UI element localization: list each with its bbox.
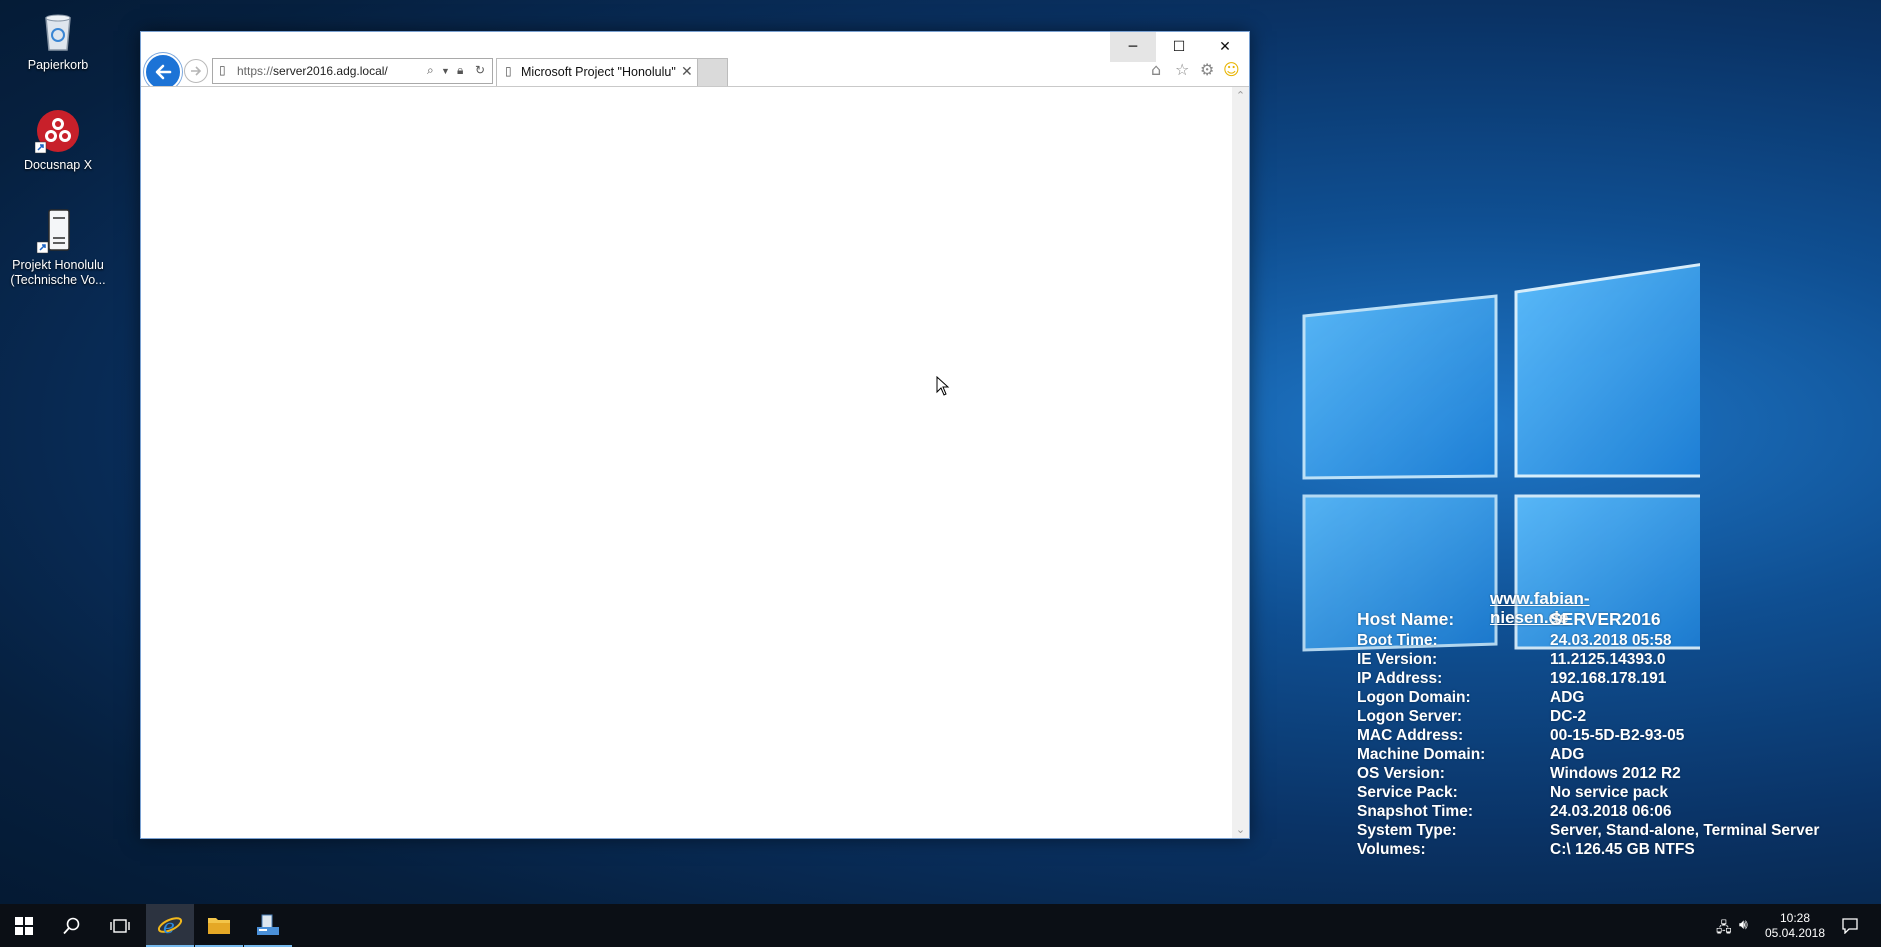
search-icon[interactable]: ⌕ (427, 63, 434, 78)
desktop-icon-projekt-honolulu[interactable]: Projekt Honolulu (Technische Vo... (8, 208, 108, 288)
forward-arrow-icon (191, 66, 202, 76)
forward-button[interactable] (184, 59, 208, 83)
volume-icon[interactable]: 🔊︎ (1739, 917, 1748, 933)
refresh-icon[interactable]: ↻ (475, 63, 485, 77)
start-button[interactable] (0, 904, 48, 947)
projekt-honolulu-label-line1: Projekt Honolulu (12, 258, 104, 272)
internet-explorer-icon: e (157, 914, 183, 938)
task-view-button[interactable] (96, 904, 144, 947)
smiley-feedback-icon[interactable]: ☺ (1223, 60, 1240, 79)
scroll-down-icon[interactable]: ⌄ (1232, 821, 1249, 838)
system-clock[interactable]: 10:28 05.04.2018 (1760, 911, 1830, 941)
projekt-honolulu-label-line2: (Technische Vo... (10, 273, 106, 287)
mouse-cursor-icon (936, 376, 950, 396)
new-tab-button[interactable] (697, 58, 728, 86)
svg-text:e: e (163, 914, 175, 938)
windows-start-icon (15, 916, 33, 935)
maximize-button[interactable]: ☐ (1156, 32, 1202, 62)
taskbar-server-manager[interactable] (244, 904, 292, 947)
server-manager-icon (257, 914, 279, 935)
close-window-button[interactable]: ✕ (1202, 32, 1248, 62)
back-arrow-icon (155, 64, 172, 80)
title-bar[interactable] (141, 32, 1249, 55)
address-url: https://server2016.adg.local/ (237, 64, 388, 78)
minimize-button[interactable]: ─ (1110, 32, 1156, 62)
page-icon: ▯ (219, 63, 226, 77)
task-view-icon (110, 918, 130, 933)
page-content[interactable]: ⌃ ⌄ (141, 86, 1249, 838)
home-icon[interactable]: ⌂ (1151, 60, 1161, 79)
server-icon (35, 208, 81, 254)
desktop-icon-recycle-bin[interactable]: Papierkorb (8, 8, 108, 73)
maximize-icon: ☐ (1172, 39, 1186, 55)
close-icon: ✕ (1219, 39, 1231, 55)
tab-close-icon[interactable]: ✕ (681, 63, 693, 80)
folder-icon (208, 917, 230, 934)
network-icon[interactable]: 🖧︎ (1716, 917, 1732, 941)
tab-page-icon: ▯ (505, 64, 512, 78)
taskbar-internet-explorer[interactable]: e (146, 904, 194, 947)
recycle-bin-label: Papierkorb (27, 58, 89, 72)
clock-time: 10:28 (1779, 911, 1811, 925)
tab-microsoft-project-honolulu[interactable]: ▯ Microsoft Project "Honolulu" ✕ (496, 58, 698, 86)
address-bar[interactable]: ▯ https://server2016.adg.local/ ⌕ ▼ 🔒︎ ↻ (212, 58, 493, 84)
dropdown-icon[interactable]: ▼ (441, 66, 450, 76)
docusnap-icon (34, 108, 81, 154)
desktop-icon-docusnap[interactable]: Docusnap X (8, 108, 108, 173)
search-button[interactable] (48, 904, 96, 947)
taskbar: e 🖧︎ 🔊︎ 10:28 05.04.2018 (0, 904, 1881, 947)
scroll-up-icon[interactable]: ⌃ (1232, 87, 1249, 104)
minimize-icon: ─ (1128, 39, 1138, 55)
internet-explorer-window: ─ ☐ ✕ ▯ https://server2016.adg.local/ ⌕ … (140, 31, 1250, 839)
clock-date: 05.04.2018 (1764, 926, 1826, 940)
notification-icon (1842, 917, 1858, 934)
action-center-button[interactable] (1830, 904, 1870, 947)
vertical-scrollbar[interactable]: ⌃ ⌄ (1232, 87, 1249, 838)
taskbar-file-explorer[interactable] (195, 904, 243, 947)
tab-label: Microsoft Project "Honolulu" (521, 65, 676, 79)
recycle-bin-icon (35, 8, 81, 54)
docusnap-label: Docusnap X (23, 158, 93, 172)
search-icon (63, 917, 80, 934)
gear-icon[interactable]: ⚙ (1200, 60, 1214, 79)
lock-icon[interactable]: 🔒︎ (457, 63, 463, 78)
favorites-star-icon[interactable]: ☆ (1175, 60, 1189, 79)
